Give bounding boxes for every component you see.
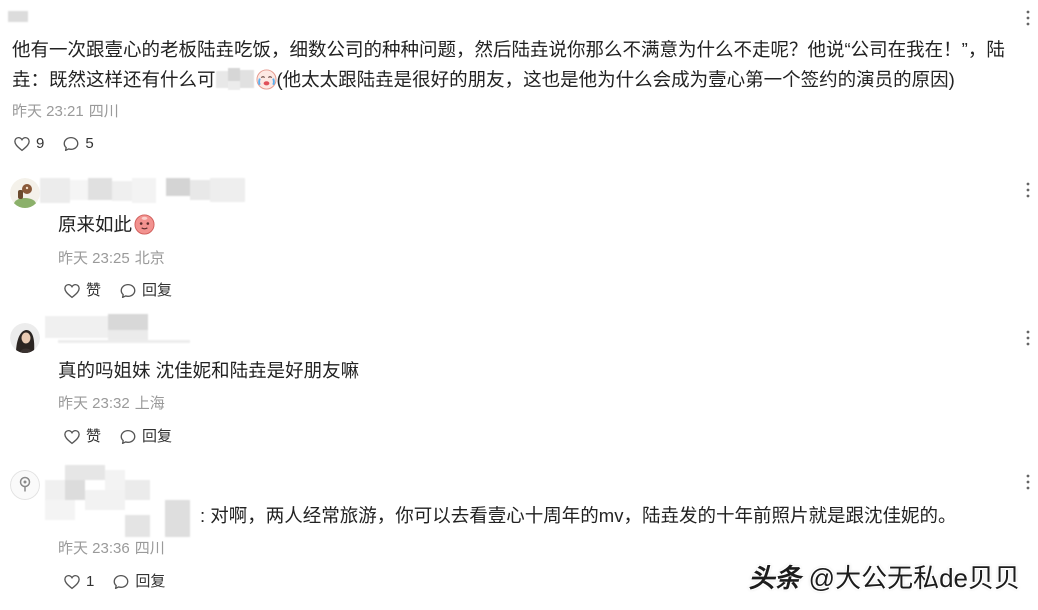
reply-label: 回复 — [135, 573, 166, 590]
like-label: 赞 — [86, 428, 102, 445]
more-vertical-icon[interactable] — [1025, 330, 1031, 346]
blurred-username[interactable] — [45, 314, 190, 344]
comment-bubble-icon[interactable] — [62, 135, 80, 153]
reply-text: : 对啊，两人经常旅游，你可以去看壹心十周年的mv，陆垚发的十年前照片就是跟沈佳… — [200, 503, 1020, 529]
like-label: 赞 — [86, 282, 102, 299]
like-button[interactable]: 9 — [13, 135, 44, 153]
reply-time: 昨天 23:25 — [58, 250, 130, 267]
like-button[interactable]: 赞 — [63, 428, 101, 446]
comment-meta: 昨天 23:21 四川 — [12, 103, 119, 121]
comment-actions: 9 5 — [13, 135, 94, 153]
reply-button[interactable]: 回复 — [119, 428, 172, 446]
reply-count: 5 — [85, 135, 94, 152]
like-button[interactable]: 赞 — [63, 282, 101, 300]
reply-button[interactable]: 回复 — [119, 282, 172, 300]
reply-location: 上海 — [134, 395, 165, 412]
pink-face-emoji-icon — [134, 214, 155, 235]
reply-time: 昨天 23:32 — [58, 395, 130, 412]
reply-text-content: : 对啊，两人经常旅游，你可以去看壹心十周年的mv，陆垚发的十年前照片就是跟沈佳… — [200, 505, 957, 526]
redacted-text — [215, 68, 254, 90]
more-vertical-icon[interactable] — [1025, 474, 1031, 490]
reply-meta: 昨天 23:25 北京 — [58, 250, 165, 268]
crying-face-emoji-icon — [255, 69, 277, 90]
like-button[interactable]: 1 — [63, 573, 94, 591]
comment-bubble-icon[interactable] — [119, 282, 137, 300]
watermark-handle: @大公无私de贝贝 — [808, 563, 1020, 593]
reply-text: 原来如此 — [58, 212, 958, 238]
avatar[interactable] — [10, 323, 40, 353]
heart-icon[interactable] — [13, 135, 31, 153]
comment-text: 他有一次跟壹心的老板陆垚吃饭，细数公司的种种问题，然后陆垚说你那么不满意为什么不… — [12, 35, 1030, 95]
reply-meta: 昨天 23:32 上海 — [58, 395, 165, 413]
reply-text: 真的吗姐妹 沈佳妮和陆垚是好朋友嘛 — [58, 358, 1018, 384]
reply-time: 昨天 23:36 — [58, 540, 130, 557]
reply-label: 回复 — [142, 282, 173, 299]
blurred-username[interactable] — [8, 11, 28, 22]
more-vertical-icon[interactable] — [1025, 182, 1031, 198]
blurred-username[interactable] — [45, 465, 190, 537]
more-vertical-icon[interactable] — [1025, 10, 1031, 26]
reply-label: 回复 — [142, 428, 173, 445]
reply-location: 四川 — [134, 540, 165, 557]
comment-text-note: (他太太跟陆垚是很好的朋友，这也是他为什么会成为壹心第一个签约的演员的原因) — [276, 69, 955, 90]
comment-bubble-icon[interactable] — [112, 573, 130, 591]
reply-text-content: 真的吗姐妹 沈佳妮和陆垚是好朋友嘛 — [58, 360, 360, 381]
reply-button[interactable]: 5 — [62, 135, 94, 153]
comment-bubble-icon[interactable] — [119, 428, 137, 446]
avatar[interactable] — [10, 178, 40, 208]
reply-button[interactable]: 回复 — [112, 573, 165, 591]
reply-meta: 昨天 23:36 四川 — [58, 540, 165, 558]
reply-actions: 赞 回复 — [63, 282, 172, 300]
reply-actions: 赞 回复 — [63, 428, 172, 446]
watermark: 头条 @大公无私de贝贝 — [749, 561, 1020, 595]
heart-icon[interactable] — [63, 428, 81, 446]
blurred-username[interactable] — [40, 178, 245, 203]
like-count: 1 — [86, 573, 95, 590]
reply-text-content: 原来如此 — [58, 214, 133, 235]
reply-location: 北京 — [134, 250, 165, 267]
avatar[interactable] — [10, 470, 40, 500]
heart-icon[interactable] — [63, 573, 81, 591]
comment-time: 昨天 23:21 — [12, 103, 84, 120]
like-count: 9 — [36, 135, 45, 152]
comment-location: 四川 — [88, 103, 119, 120]
reply-actions: 1 回复 — [63, 573, 165, 591]
watermark-platform: 头条 — [748, 563, 801, 593]
heart-icon[interactable] — [63, 282, 81, 300]
